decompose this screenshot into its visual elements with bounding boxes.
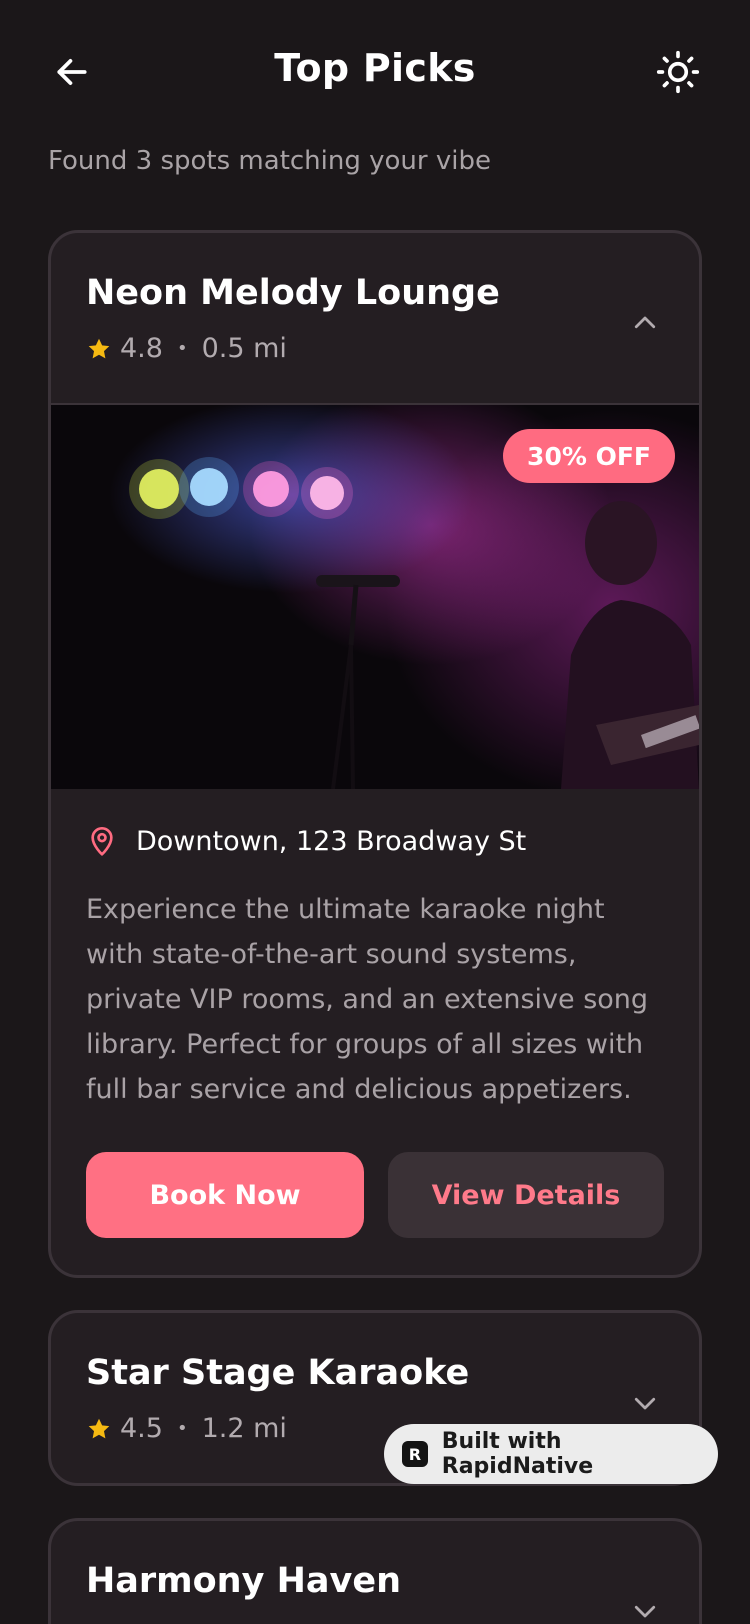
venue-distance: 0.5 mi (201, 333, 287, 364)
rapidnative-logo-icon: R (402, 1441, 428, 1467)
venue-card-header[interactable]: Neon Melody Lounge 4.8 • 0.5 mi (51, 233, 699, 403)
venue-location: Downtown, 123 Broadway St (86, 823, 664, 859)
location-pin-icon (86, 823, 118, 859)
view-details-button[interactable]: View Details (388, 1152, 664, 1238)
theme-toggle-button[interactable] (654, 48, 702, 96)
rapidnative-label: Built with RapidNative (441, 1429, 594, 1479)
discount-badge: 30% OFF (503, 429, 675, 483)
star-icon (86, 1416, 112, 1442)
venue-card[interactable]: Harmony Haven (48, 1518, 702, 1624)
venue-rating: 4.5 (120, 1413, 163, 1444)
venue-name: Harmony Haven (86, 1561, 401, 1601)
sun-icon (656, 50, 700, 94)
book-now-button[interactable]: Book Now (86, 1152, 364, 1238)
venue-card-body: Downtown, 123 Broadway St Experience the… (51, 789, 699, 1274)
venue-rating: 4.8 (120, 333, 163, 364)
rapidnative-badge[interactable]: R Built with RapidNative (384, 1424, 718, 1484)
venue-meta: 4.8 • 0.5 mi (86, 333, 287, 364)
collapse-button[interactable] (627, 305, 663, 341)
chevron-down-icon (634, 1397, 656, 1410)
star-icon (86, 336, 112, 362)
venue-card-header[interactable]: Harmony Haven (51, 1521, 699, 1624)
venue-image: 30% OFF (51, 405, 699, 789)
venue-card: Neon Melody Lounge 4.8 • 0.5 mi 30% OFF … (48, 230, 702, 1278)
results-subtitle: Found 3 spots matching your vibe (48, 146, 491, 176)
meta-separator: • (176, 338, 188, 359)
venue-name: Star Stage Karaoke (86, 1353, 470, 1393)
venue-name: Neon Melody Lounge (86, 273, 500, 313)
expand-button[interactable] (627, 1385, 663, 1421)
meta-separator: • (176, 1418, 188, 1439)
chevron-down-icon (634, 1605, 656, 1618)
venue-address: Downtown, 123 Broadway St (136, 825, 527, 857)
page-title: Top Picks (274, 46, 476, 90)
chevron-up-icon (634, 316, 656, 329)
expand-button[interactable] (627, 1593, 663, 1624)
app-header: Top Picks (0, 0, 750, 145)
venue-distance: 1.2 mi (201, 1413, 287, 1444)
venue-meta: 4.5 • 1.2 mi (86, 1413, 287, 1444)
venue-actions: Book Now View Details (86, 1152, 664, 1238)
venue-description: Experience the ultimate karaoke night wi… (86, 894, 649, 1105)
